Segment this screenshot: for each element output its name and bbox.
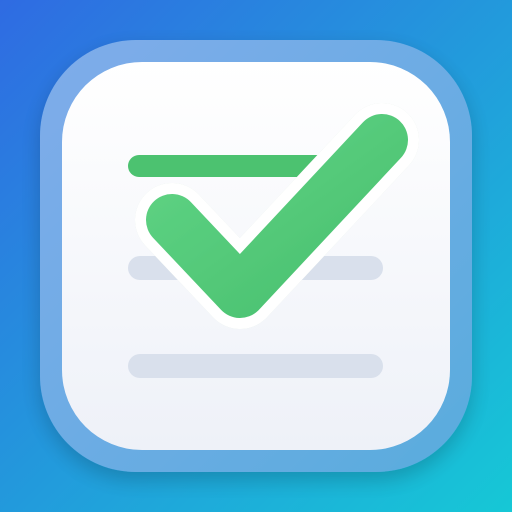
app-icon [0, 0, 512, 512]
checklist-line-checked [128, 155, 328, 177]
checklist-app-icon-graphic [0, 0, 512, 512]
checklist-line [128, 354, 383, 378]
